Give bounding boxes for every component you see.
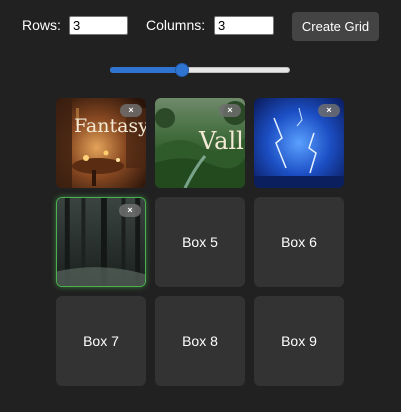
grid-cell-7[interactable]: Box 7: [56, 296, 146, 386]
overlay-title: Valle: [199, 127, 245, 155]
slider-thumb[interactable]: [175, 63, 189, 77]
close-icon[interactable]: ×: [120, 104, 142, 117]
image-grid: Fantasy × Valle ×: [56, 98, 344, 386]
box-label: Box 6: [281, 234, 317, 250]
grid-cell-3[interactable]: ×: [254, 98, 344, 188]
size-slider[interactable]: [110, 62, 290, 78]
rows-input[interactable]: [69, 16, 128, 35]
grid-cell-6[interactable]: Box 6: [254, 197, 344, 287]
grid-cell-2[interactable]: Valle ×: [155, 98, 245, 188]
box-label: Box 7: [83, 333, 119, 349]
grid-cell-4[interactable]: ×: [56, 197, 146, 287]
close-icon[interactable]: ×: [219, 104, 241, 117]
slider-fill: [110, 67, 182, 73]
columns-input[interactable]: [214, 16, 274, 35]
box-label: Box 5: [182, 234, 218, 250]
create-grid-button[interactable]: Create Grid: [292, 12, 379, 41]
columns-label: Columns:: [146, 17, 206, 33]
rows-label: Rows:: [22, 17, 61, 33]
close-icon[interactable]: ×: [119, 204, 141, 217]
grid-cell-8[interactable]: Box 8: [155, 296, 245, 386]
box-label: Box 9: [281, 333, 317, 349]
grid-cell-1[interactable]: Fantasy ×: [56, 98, 146, 188]
close-icon[interactable]: ×: [318, 104, 340, 117]
grid-cell-9[interactable]: Box 9: [254, 296, 344, 386]
box-label: Box 8: [182, 333, 218, 349]
grid-cell-5[interactable]: Box 5: [155, 197, 245, 287]
overlay-title: Fantasy: [74, 115, 146, 137]
grid-controls: Rows: Columns: Create Grid: [0, 0, 401, 52]
